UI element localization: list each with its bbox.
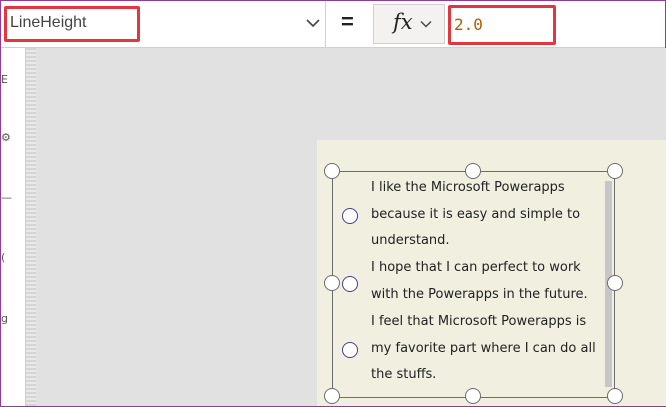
property-highlight-box: [4, 6, 140, 42]
resize-handle[interactable]: [465, 163, 481, 179]
equals-sign: =: [341, 9, 354, 34]
chevron-down-icon: [306, 19, 320, 28]
radio-button-icon[interactable]: [342, 276, 358, 292]
canvas-area: I like the Microsoft Powerapps because i…: [26, 48, 666, 406]
radio-option-label: I feel that Microsoft Powerapps is my fa…: [371, 314, 596, 382]
resize-handle[interactable]: [465, 388, 481, 404]
radio-button-icon[interactable]: [342, 342, 358, 358]
left-rail: E ⚙ — ( g: [1, 48, 26, 406]
rail-divider: —: [1, 191, 12, 204]
rail-icon[interactable]: (: [1, 251, 5, 264]
formula-highlight-box: [448, 5, 556, 45]
fx-button[interactable]: fx: [373, 4, 445, 44]
resize-handle[interactable]: [324, 163, 340, 179]
resize-handle[interactable]: [607, 163, 623, 179]
app-screen: I like the Microsoft Powerapps because i…: [317, 140, 666, 406]
radio-button-icon[interactable]: [342, 208, 358, 224]
radio-option-label: I like the Microsoft Powerapps because i…: [371, 180, 581, 248]
resize-handle[interactable]: [324, 275, 340, 291]
formula-bar: LineHeight = fx 2.0: [1, 1, 665, 48]
rail-icon[interactable]: g: [1, 312, 8, 325]
gear-icon[interactable]: ⚙: [1, 131, 11, 144]
rail-icon[interactable]: E: [1, 73, 8, 86]
radio-option-label: I hope that I can perfect to work with t…: [371, 260, 588, 302]
resize-handle[interactable]: [607, 388, 623, 404]
resize-handle[interactable]: [607, 275, 623, 291]
fx-icon: fx: [393, 10, 413, 34]
canvas-scroll-strip: [26, 48, 36, 406]
resize-handle[interactable]: [324, 388, 340, 404]
chevron-down-icon: [420, 21, 432, 28]
radio-control[interactable]: I like the Microsoft Powerapps because i…: [332, 171, 615, 398]
